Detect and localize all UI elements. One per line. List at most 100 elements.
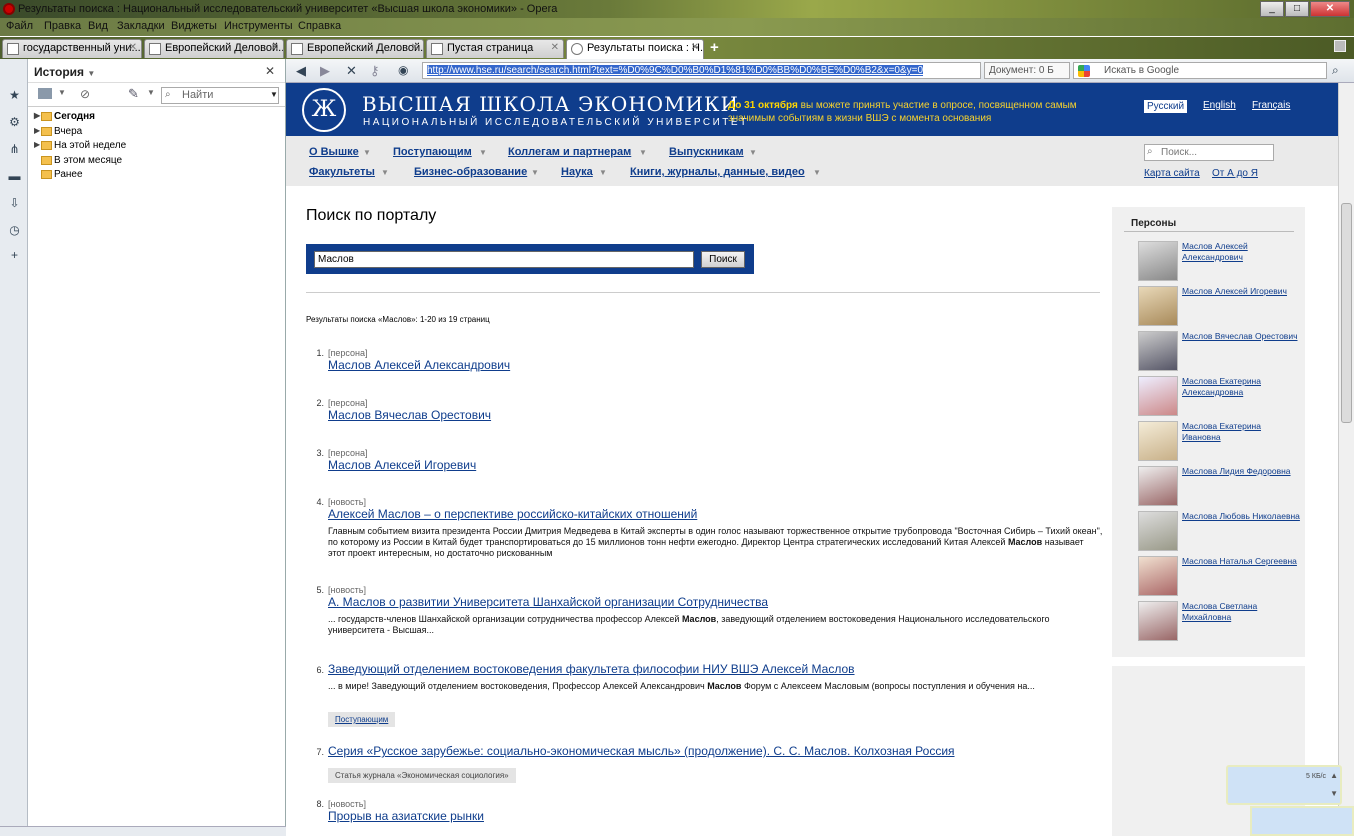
google-icon[interactable] bbox=[1078, 65, 1090, 77]
expand-arrow-icon[interactable]: ▶ bbox=[34, 126, 40, 135]
nav-colleagues[interactable]: Коллегам и партнерам bbox=[508, 146, 631, 158]
chevron-down-icon[interactable]: ▼ bbox=[87, 69, 95, 78]
person-photo[interactable] bbox=[1138, 286, 1178, 326]
tab-1[interactable]: государственный уни... ✕ bbox=[2, 39, 142, 58]
add-panel-plus-icon[interactable]: + bbox=[8, 249, 21, 262]
nav-science[interactable]: Наука bbox=[561, 166, 593, 178]
person-name-link[interactable]: Маслова Екатерина Ивановна bbox=[1182, 421, 1300, 443]
dropdown-arrow-icon[interactable]: ▼ bbox=[531, 168, 539, 177]
result-title-link[interactable]: Прорыв на азиатские рынки bbox=[328, 809, 484, 823]
nav-faculties[interactable]: Факультеты bbox=[309, 166, 375, 178]
delete-icon[interactable]: ⊘ bbox=[80, 87, 90, 101]
dropdown-arrow-icon[interactable]: ▼ bbox=[749, 148, 757, 157]
lang-english[interactable]: English bbox=[1203, 100, 1236, 111]
dropdown-arrow-icon[interactable]: ▼ bbox=[639, 148, 647, 157]
google-search-input[interactable]: Искать в Google bbox=[1073, 62, 1327, 79]
portal-search-input[interactable]: Маслов bbox=[314, 251, 694, 268]
menu-widgets[interactable]: Виджеты bbox=[171, 20, 217, 32]
person-name-link[interactable]: Маслов Вячеслав Орестович bbox=[1182, 331, 1300, 342]
tab-2[interactable]: Европейский Деловой... ✕ bbox=[144, 39, 284, 58]
page-scrollbar[interactable] bbox=[1338, 83, 1354, 836]
result-title-link[interactable]: Маслов Алексей Игоревич bbox=[328, 458, 476, 472]
chevron-down-icon[interactable]: ▼ bbox=[270, 90, 278, 99]
person-name-link[interactable]: Маслова Светлана Михайловна bbox=[1182, 601, 1300, 623]
maximize-button[interactable]: □ bbox=[1285, 1, 1309, 17]
tab-3[interactable]: Европейский Деловой... ✕ bbox=[286, 39, 424, 58]
tab-4[interactable]: Пустая страница ✕ bbox=[426, 39, 564, 58]
nav-books-journals[interactable]: Книги, журналы, данные, видео bbox=[630, 166, 805, 178]
history-item-this-week[interactable]: ▶ На этой неделе bbox=[34, 140, 285, 155]
site-search-input[interactable]: Поиск... bbox=[1144, 144, 1274, 161]
dropdown-arrow-icon[interactable]: ▼ bbox=[363, 148, 371, 157]
wrench-icon[interactable]: ✎ bbox=[128, 86, 139, 102]
history-item-this-month[interactable]: В этом месяце bbox=[34, 155, 285, 170]
notes-icon[interactable]: ▬ bbox=[8, 170, 21, 183]
history-clock-icon[interactable]: ◷ bbox=[8, 224, 21, 237]
site-info-icon[interactable]: ◉ bbox=[398, 63, 408, 77]
bookmarks-star-icon[interactable]: ★ bbox=[8, 89, 21, 102]
expand-arrow-icon[interactable]: ▶ bbox=[34, 111, 40, 120]
nav-applicants[interactable]: Поступающим bbox=[393, 146, 472, 158]
dropdown-arrow-icon[interactable]: ▼ bbox=[479, 148, 487, 157]
chevron-up-icon[interactable]: ▲ bbox=[1330, 771, 1338, 780]
history-item-today[interactable]: ▶ Сегодня bbox=[34, 111, 285, 126]
stop-icon[interactable]: ✕ bbox=[346, 63, 357, 79]
tab-close-icon[interactable]: ✕ bbox=[129, 42, 137, 53]
nav-about[interactable]: О Вышке bbox=[309, 146, 359, 158]
menu-bookmarks[interactable]: Закладки bbox=[117, 20, 165, 32]
nav-business-education[interactable]: Бизнес-образование bbox=[414, 166, 527, 178]
hse-logo-icon[interactable]: Ж bbox=[302, 88, 346, 132]
close-panel-icon[interactable]: ✕ bbox=[265, 64, 275, 78]
search-icon[interactable]: ⌕ bbox=[1332, 63, 1339, 78]
tab-close-icon[interactable]: ✕ bbox=[411, 42, 419, 53]
tab-close-icon[interactable]: ✕ bbox=[271, 42, 279, 53]
close-window-button[interactable]: ✕ bbox=[1310, 1, 1350, 17]
downloads-icon[interactable]: ⇩ bbox=[8, 197, 21, 210]
portal-search-button[interactable]: Поиск bbox=[701, 251, 745, 268]
person-name-link[interactable]: Маслова Екатерина Александровна bbox=[1182, 376, 1300, 398]
person-photo[interactable] bbox=[1138, 466, 1178, 506]
result-title-link[interactable]: А. Маслов о развитии Университета Шанхай… bbox=[328, 595, 768, 609]
key-icon[interactable]: ⚷ bbox=[370, 63, 380, 79]
chevron-down-icon[interactable]: ▼ bbox=[58, 88, 66, 97]
menu-view[interactable]: Вид bbox=[88, 20, 108, 32]
person-photo[interactable] bbox=[1138, 556, 1178, 596]
tab-close-icon[interactable]: ✕ bbox=[691, 42, 699, 53]
result-title-link[interactable]: Алексей Маслов – о перспективе российско… bbox=[328, 507, 697, 521]
person-photo[interactable] bbox=[1138, 421, 1178, 461]
chevron-down-icon[interactable]: ▼ bbox=[1330, 789, 1338, 798]
nav-alumni[interactable]: Выпускникам bbox=[669, 146, 744, 158]
menu-edit[interactable]: Правка bbox=[44, 20, 81, 32]
trash-icon[interactable] bbox=[1334, 40, 1346, 52]
a-to-z-link[interactable]: От А до Я bbox=[1212, 168, 1258, 179]
person-photo[interactable] bbox=[1138, 601, 1178, 641]
links-share-icon[interactable]: ⋔ bbox=[8, 143, 21, 156]
result-title-link[interactable]: Маслов Вячеслав Орестович bbox=[328, 408, 491, 422]
tab-5-active[interactable]: Результаты поиска : Н... ✕ bbox=[566, 39, 704, 59]
person-name-link[interactable]: Маслов Алексей Игоревич bbox=[1182, 286, 1300, 297]
person-photo[interactable] bbox=[1138, 376, 1178, 416]
lang-french[interactable]: Français bbox=[1252, 100, 1290, 111]
sitemap-link[interactable]: Карта сайта bbox=[1144, 168, 1200, 179]
transfer-popup[interactable]: 5 КБ/с ▲ ▼ bbox=[1226, 765, 1342, 805]
person-name-link[interactable]: Маслова Лидия Федоровна bbox=[1182, 466, 1300, 477]
menu-file[interactable]: Файл bbox=[6, 20, 33, 32]
back-arrow-icon[interactable]: ◀ bbox=[296, 63, 306, 79]
result-title-link[interactable]: Маслов Алексей Александрович bbox=[328, 358, 510, 372]
folder-icon[interactable] bbox=[38, 88, 52, 99]
forward-arrow-icon[interactable]: ▶ bbox=[320, 63, 330, 79]
history-item-earlier[interactable]: Ранее bbox=[34, 169, 285, 184]
scrollbar-thumb[interactable] bbox=[1341, 203, 1352, 423]
result-tag[interactable]: Поступающим bbox=[328, 712, 396, 727]
widgets-gear-icon[interactable]: ⚙ bbox=[8, 116, 21, 129]
announcement[interactable]: До 31 октября вы можете принять участие … bbox=[728, 99, 1108, 125]
result-title-link[interactable]: Серия «Русское зарубежье: социально-экон… bbox=[328, 744, 955, 758]
person-photo[interactable] bbox=[1138, 511, 1178, 551]
dropdown-arrow-icon[interactable]: ▼ bbox=[813, 168, 821, 177]
new-tab-plus-icon[interactable]: + bbox=[710, 39, 719, 56]
result-title-link[interactable]: Заведующий отделением востоковедения фак… bbox=[328, 662, 855, 676]
minimize-button[interactable]: _ bbox=[1260, 1, 1284, 17]
tab-close-icon[interactable]: ✕ bbox=[551, 42, 559, 53]
url-input[interactable]: http://www.hse.ru/search/search.html?tex… bbox=[422, 62, 981, 79]
person-name-link[interactable]: Маслов Алексей Александрович bbox=[1182, 241, 1300, 263]
